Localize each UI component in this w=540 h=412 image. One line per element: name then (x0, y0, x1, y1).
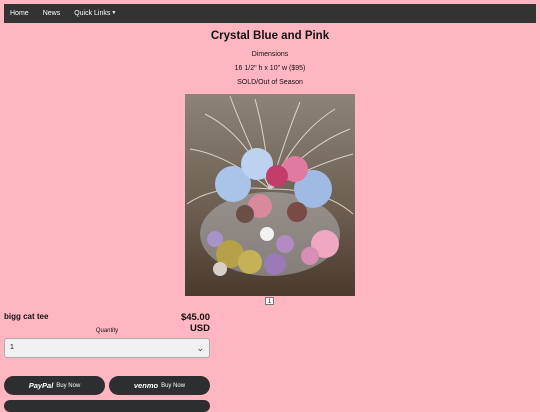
dimensions-heading: Dimensions (251, 51, 289, 58)
dimensions-value: 16 1/2" h x 10" w ($95) (234, 65, 306, 72)
nav-quick-links-label: Quick Links (74, 10, 111, 17)
chevron-down-icon: ⌄ (196, 343, 204, 353)
paypal-buy-now-button[interactable]: PayPal Buy Now (4, 376, 105, 395)
venmo-button-label: Buy Now (161, 382, 186, 389)
top-navbar: Home News Quick Links▼ (4, 4, 536, 23)
venmo-logo: venmo (133, 381, 159, 390)
caret-down-icon: ▼ (111, 10, 117, 16)
product-photo[interactable] (185, 94, 355, 296)
nav-news[interactable]: News (43, 10, 61, 17)
nav-home[interactable]: Home (10, 10, 29, 17)
venmo-buy-now-button[interactable]: venmo Buy Now (109, 376, 210, 395)
quantity-label: Quantity (95, 328, 119, 334)
quantity-select[interactable]: 1 ⌄ (4, 338, 210, 358)
nav-quick-links[interactable]: Quick Links▼ (74, 10, 116, 17)
status-text: SOLD/Out of Season (237, 79, 303, 86)
flower-arrangement-image (185, 94, 355, 296)
paypal-logo: PayPal (28, 381, 54, 390)
paypal-button-label: Buy Now (56, 382, 81, 389)
product-name: bigg cat tee (4, 312, 49, 321)
quantity-value: 1 (10, 344, 14, 351)
image-pager-current[interactable]: 1 (265, 297, 274, 305)
page-title: Crystal Blue and Pink (210, 30, 330, 42)
additional-payment-button[interactable] (4, 400, 210, 412)
